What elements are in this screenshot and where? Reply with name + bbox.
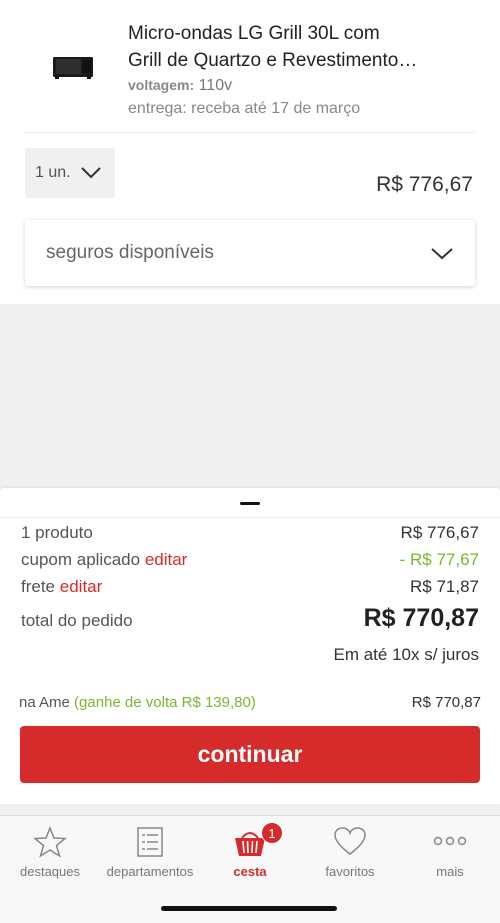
insurance-label: seguros disponíveis (46, 242, 214, 263)
more-icon (433, 836, 467, 846)
quantity-value: 1 un. (35, 164, 71, 181)
star-icon (33, 826, 67, 858)
divider (0, 517, 500, 518)
voltage-info: voltagem: 110v (128, 77, 232, 95)
continue-button[interactable]: continuar (20, 726, 480, 783)
list-icon (137, 827, 163, 857)
tab-label: mais (436, 864, 464, 879)
coupon-edit-link[interactable]: editar (145, 550, 188, 569)
tab-mais[interactable]: mais (400, 816, 500, 886)
voltage-label: voltagem: (128, 77, 195, 93)
total-label: total do pedido (21, 611, 133, 630)
total-value: R$ 770,87 (363, 604, 479, 632)
ame-label: na Ame (19, 694, 70, 711)
tab-label: favoritos (325, 864, 375, 879)
microwave-image (53, 57, 93, 79)
quantity-select[interactable]: 1 un. (25, 148, 115, 198)
tab-label: destaques (20, 864, 80, 879)
tab-departamentos[interactable]: departamentos (100, 816, 200, 886)
item-price: R$ 776,67 (376, 173, 473, 196)
order-summary-sheet: 1 produto R$ 776,67 cupom aplicado edita… (0, 488, 500, 804)
chevron-down-icon (431, 248, 453, 260)
shipping-label: frete (21, 577, 56, 596)
heart-icon (334, 827, 366, 855)
coupon-row: cupom aplicado editar (21, 550, 187, 570)
tab-favoritos[interactable]: favoritos (300, 816, 400, 886)
cart-count-badge: 1 (261, 822, 283, 844)
shipping-row: frete editar (21, 577, 102, 597)
product-name-line1: Micro-ondas LG Grill 30L com (128, 23, 380, 44)
ame-value: R$ 770,87 (411, 694, 481, 711)
product-name-line2: Grill de Quartzo e Revestimento… (128, 50, 418, 71)
coupon-discount: - R$ 77,67 (399, 550, 479, 569)
voltage-value: 110v (198, 77, 233, 94)
ame-cashback: (ganhe de volta R$ 139,80) (74, 694, 256, 711)
divider (25, 132, 475, 133)
tab-label: cesta (233, 864, 267, 879)
products-count-label: 1 produto (21, 523, 93, 542)
tab-label: departamentos (106, 864, 194, 879)
cart-item-card: Micro-ondas LG Grill 30L com Grill de Qu… (0, 0, 500, 304)
home-indicator[interactable] (161, 906, 337, 911)
coupon-label: cupom aplicado (21, 550, 141, 569)
product-name[interactable]: Micro-ondas LG Grill 30L com Grill de Qu… (128, 20, 468, 74)
shipping-cost: R$ 71,87 (410, 577, 479, 596)
delivery-info: entrega: receba até 17 de março (128, 100, 361, 117)
tab-cesta[interactable]: 1 cesta (200, 816, 300, 886)
chevron-down-icon (81, 167, 101, 179)
tab-destaques[interactable]: destaques (0, 816, 100, 886)
drag-handle[interactable] (240, 502, 260, 505)
insurance-dropdown[interactable]: seguros disponíveis (25, 220, 475, 286)
shipping-edit-link[interactable]: editar (60, 577, 103, 596)
installments-info: Em até 10x s/ juros (333, 645, 479, 664)
products-subtotal: R$ 776,67 (400, 523, 479, 542)
ame-payment-row: na Ame (ganhe de volta R$ 139,80) (19, 694, 256, 711)
